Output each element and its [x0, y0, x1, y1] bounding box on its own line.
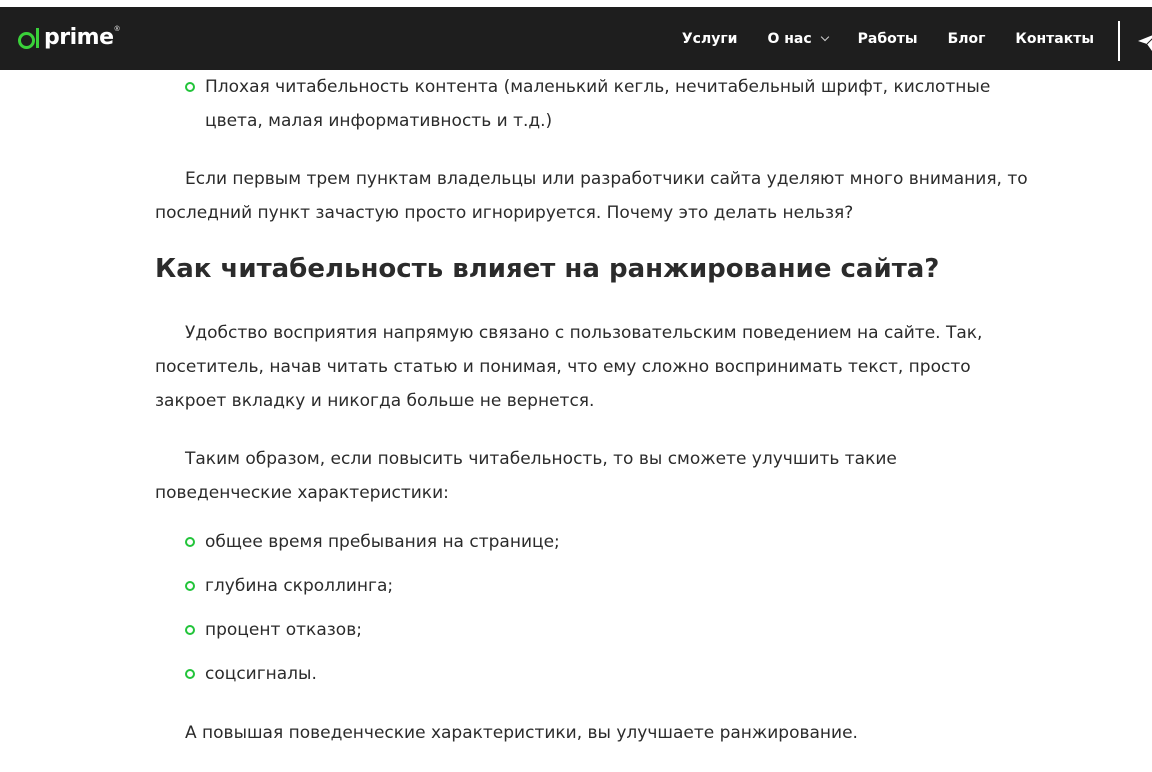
top-strip — [0, 0, 1152, 7]
list-item: соцсигналы. — [155, 657, 1035, 691]
nav-item-blog[interactable]: Блог — [948, 31, 986, 47]
list-item: процент отказов; — [155, 613, 1035, 647]
nav-item-contacts[interactable]: Контакты — [1015, 31, 1094, 47]
nav-item-label: Работы — [857, 30, 918, 47]
nav-divider — [1118, 21, 1120, 61]
bullet-icon — [185, 669, 195, 679]
nav-item-label: Контакты — [1015, 30, 1094, 47]
list-item: глубина скроллинга; — [155, 569, 1035, 603]
bullet-icon — [185, 625, 195, 635]
article-content: Плохая читабельность контента (маленький… — [155, 70, 1035, 750]
nav-item-label: Услуги — [681, 30, 738, 47]
site-logo[interactable]: prime ® — [18, 25, 120, 51]
nav-item-works[interactable]: Работы — [858, 31, 918, 47]
nav-item-services[interactable]: Услуги — [682, 31, 738, 47]
logo-text: prime — [44, 25, 114, 50]
list-item-text: общее время пребывания на странице; — [205, 532, 560, 552]
list-item-text: процент отказов; — [205, 620, 362, 640]
main-nav: Услуги О нас Работы Блог Контакты — [682, 7, 1094, 70]
list-item-text: соцсигналы. — [205, 664, 317, 684]
list-item-text: глубина скроллинга; — [205, 576, 394, 596]
list-item: общее время пребывания на странице; — [155, 525, 1035, 559]
list-item-text: Плохая читабельность контента (маленький… — [205, 77, 991, 131]
bullet-icon — [185, 537, 195, 547]
paragraph: Таким образом, если повысить читабельнос… — [155, 449, 897, 503]
logo-registered-mark: ® — [114, 25, 120, 33]
bullet-icon — [185, 581, 195, 591]
chevron-down-icon — [820, 32, 829, 41]
list-item: Плохая читабельность контента (маленький… — [155, 70, 1035, 138]
site-header: prime ® Услуги О нас Работы Блог Контакт… — [0, 7, 1152, 70]
paragraph: А повышая поведенческие характеристики, … — [185, 723, 858, 743]
section-heading: Как читабельность влияет на ранжирование… — [155, 254, 940, 284]
bullet-icon — [185, 82, 195, 92]
nav-item-about[interactable]: О нас — [767, 30, 829, 47]
paragraph: Удобство восприятия напрямую связано с п… — [155, 323, 983, 411]
paragraph: Если первым трем пунктам владельцы или р… — [155, 169, 1028, 223]
paper-plane-icon[interactable] — [1138, 33, 1152, 51]
behavior-list: общее время пребывания на странице; глуб… — [155, 525, 1035, 691]
nav-item-label: Блог — [947, 30, 986, 47]
nav-item-label: О нас — [767, 30, 812, 47]
logo-mark-icon — [18, 26, 42, 50]
